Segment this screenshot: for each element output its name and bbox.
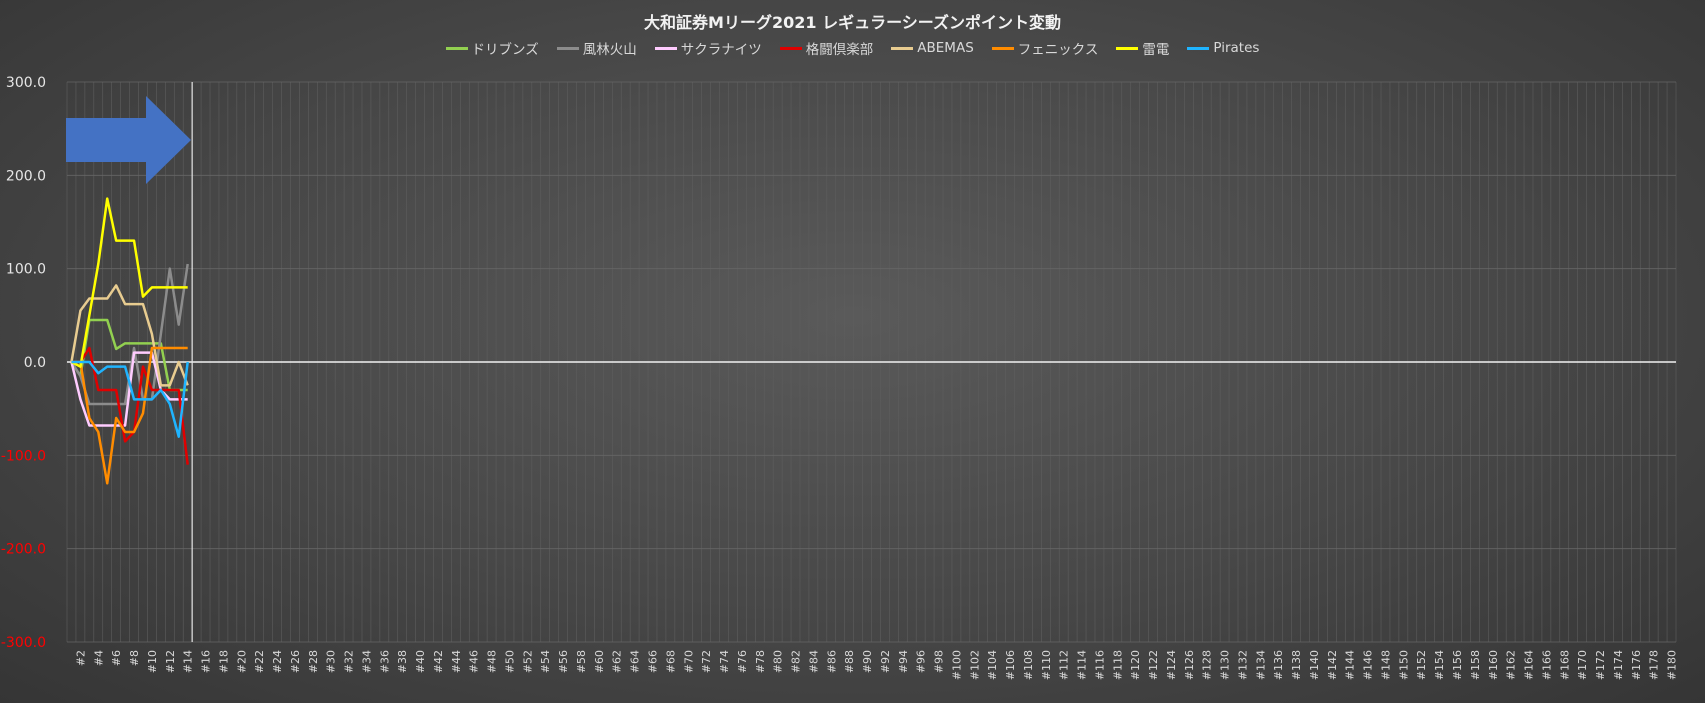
x-tick-label: #44 xyxy=(450,650,463,673)
x-tick-label: #72 xyxy=(700,650,713,673)
x-tick-label: #120 xyxy=(1129,650,1142,680)
x-tick-label: #98 xyxy=(933,650,946,673)
x-tick-label: #10 xyxy=(146,650,159,673)
x-tick-label: #160 xyxy=(1487,650,1500,680)
x-tick-label: #170 xyxy=(1576,650,1589,680)
x-tick-label: #22 xyxy=(253,650,266,673)
x-tick-label: #34 xyxy=(360,650,373,673)
x-tick-label: #50 xyxy=(503,650,516,673)
x-tick-label: #128 xyxy=(1201,650,1214,680)
x-tick-label: #46 xyxy=(468,650,481,673)
x-tick-label: #124 xyxy=(1165,650,1178,680)
x-tick-label: #100 xyxy=(950,650,963,680)
x-tick-label: #138 xyxy=(1290,650,1303,680)
x-tick-label: #4 xyxy=(92,650,105,666)
x-tick-label: #18 xyxy=(217,650,230,673)
x-tick-label: #8 xyxy=(128,650,141,666)
x-tick-label: #142 xyxy=(1326,650,1339,680)
x-tick-label: #64 xyxy=(629,650,642,673)
x-tick-label: #48 xyxy=(486,650,499,673)
x-tick-label: #26 xyxy=(289,650,302,673)
x-tick-label: #114 xyxy=(1076,650,1089,680)
x-tick-label: #94 xyxy=(897,650,910,673)
x-tick-label: #158 xyxy=(1469,650,1482,680)
x-tick-label: #32 xyxy=(343,650,356,673)
x-tick-label: #102 xyxy=(968,650,981,680)
axes: 300.0 200.0 100.0 0.0 -100.0 -200.0 -300.0 #2 #4… xyxy=(1,75,1679,680)
x-tick-label: #106 xyxy=(1004,650,1017,680)
x-tick-label: #110 xyxy=(1040,650,1053,680)
y-tick-label: 100.0 xyxy=(6,262,46,278)
x-tick-label: #156 xyxy=(1451,650,1464,680)
x-tick-label: #56 xyxy=(557,650,570,673)
x-tick-label: #52 xyxy=(521,650,534,673)
x-tick-label: #164 xyxy=(1523,650,1536,680)
y-tick-label: 0.0 xyxy=(24,355,46,371)
x-tick-label: #154 xyxy=(1433,650,1446,680)
x-tick-label: #28 xyxy=(307,650,320,673)
y-tick-label: 300.0 xyxy=(6,75,46,91)
x-tick-label: #82 xyxy=(790,650,803,673)
x-tick-label: #176 xyxy=(1630,650,1643,680)
x-tick-label: #58 xyxy=(575,650,588,673)
x-tick-label: #162 xyxy=(1505,650,1518,680)
y-tick-label: -300.0 xyxy=(1,635,46,651)
x-tick-label: #140 xyxy=(1308,650,1321,680)
x-tick-label: #180 xyxy=(1666,650,1679,680)
x-tick-label: #96 xyxy=(915,650,928,673)
x-tick-label: #104 xyxy=(986,650,999,680)
x-tick-label: #20 xyxy=(235,650,248,673)
x-tick-label: #174 xyxy=(1612,650,1625,680)
line-chart: 300.0 200.0 100.0 0.0 -100.0 -200.0 -300.0 #2 #4… xyxy=(1,75,1679,680)
x-tick-label: #118 xyxy=(1111,650,1124,680)
x-tick-label: #90 xyxy=(861,650,874,673)
x-tick-label: #112 xyxy=(1058,650,1071,680)
x-tick-label: #150 xyxy=(1397,650,1410,680)
x-tick-label: #12 xyxy=(164,650,177,673)
x-tick-label: #84 xyxy=(807,650,820,673)
x-tick-label: #116 xyxy=(1093,650,1106,680)
x-tick-label: #68 xyxy=(664,650,677,673)
x-tick-label: #78 xyxy=(754,650,767,673)
x-tick-label: #132 xyxy=(1236,650,1249,680)
x-tick-label: #148 xyxy=(1379,650,1392,680)
x-tick-label: #172 xyxy=(1594,650,1607,680)
x-tick-label: #108 xyxy=(1022,650,1035,680)
x-tick-label: #54 xyxy=(539,650,552,673)
x-tick-label: #130 xyxy=(1219,650,1232,680)
x-tick-label: #144 xyxy=(1344,650,1357,680)
x-tick-label: #62 xyxy=(611,650,624,673)
y-tick-label: -100.0 xyxy=(1,448,46,464)
x-tick-label: #92 xyxy=(879,650,892,673)
x-tick-label: #122 xyxy=(1147,650,1160,680)
x-tick-label: #76 xyxy=(736,650,749,673)
x-tick-label: #2 xyxy=(74,650,87,666)
x-tick-label: #168 xyxy=(1558,650,1571,680)
x-tick-label: #40 xyxy=(414,650,427,673)
x-tick-label: #134 xyxy=(1254,650,1267,680)
x-tick-label: #42 xyxy=(432,650,445,673)
x-tick-label: #24 xyxy=(271,650,284,673)
x-tick-label: #30 xyxy=(325,650,338,673)
y-tick-label: 200.0 xyxy=(6,168,46,184)
x-tick-label: #6 xyxy=(110,650,123,666)
x-tick-label: #74 xyxy=(718,650,731,673)
x-tick-label: #88 xyxy=(843,650,856,673)
x-tick-label: #86 xyxy=(825,650,838,673)
x-tick-label: #38 xyxy=(396,650,409,673)
x-tick-label: #146 xyxy=(1362,650,1375,680)
x-tick-label: #66 xyxy=(646,650,659,673)
x-tick-label: #166 xyxy=(1540,650,1553,680)
x-tick-label: #16 xyxy=(200,650,213,673)
x-tick-label: #36 xyxy=(378,650,391,673)
x-tick-label: #14 xyxy=(182,650,195,673)
x-tick-label: #136 xyxy=(1272,650,1285,680)
x-tick-label: #126 xyxy=(1183,650,1196,680)
x-tick-label: #80 xyxy=(772,650,785,673)
y-tick-label: -200.0 xyxy=(1,542,46,558)
x-tick-label: #60 xyxy=(593,650,606,673)
x-tick-label: #152 xyxy=(1415,650,1428,680)
x-tick-label: #178 xyxy=(1648,650,1661,680)
x-tick-label: #70 xyxy=(682,650,695,673)
